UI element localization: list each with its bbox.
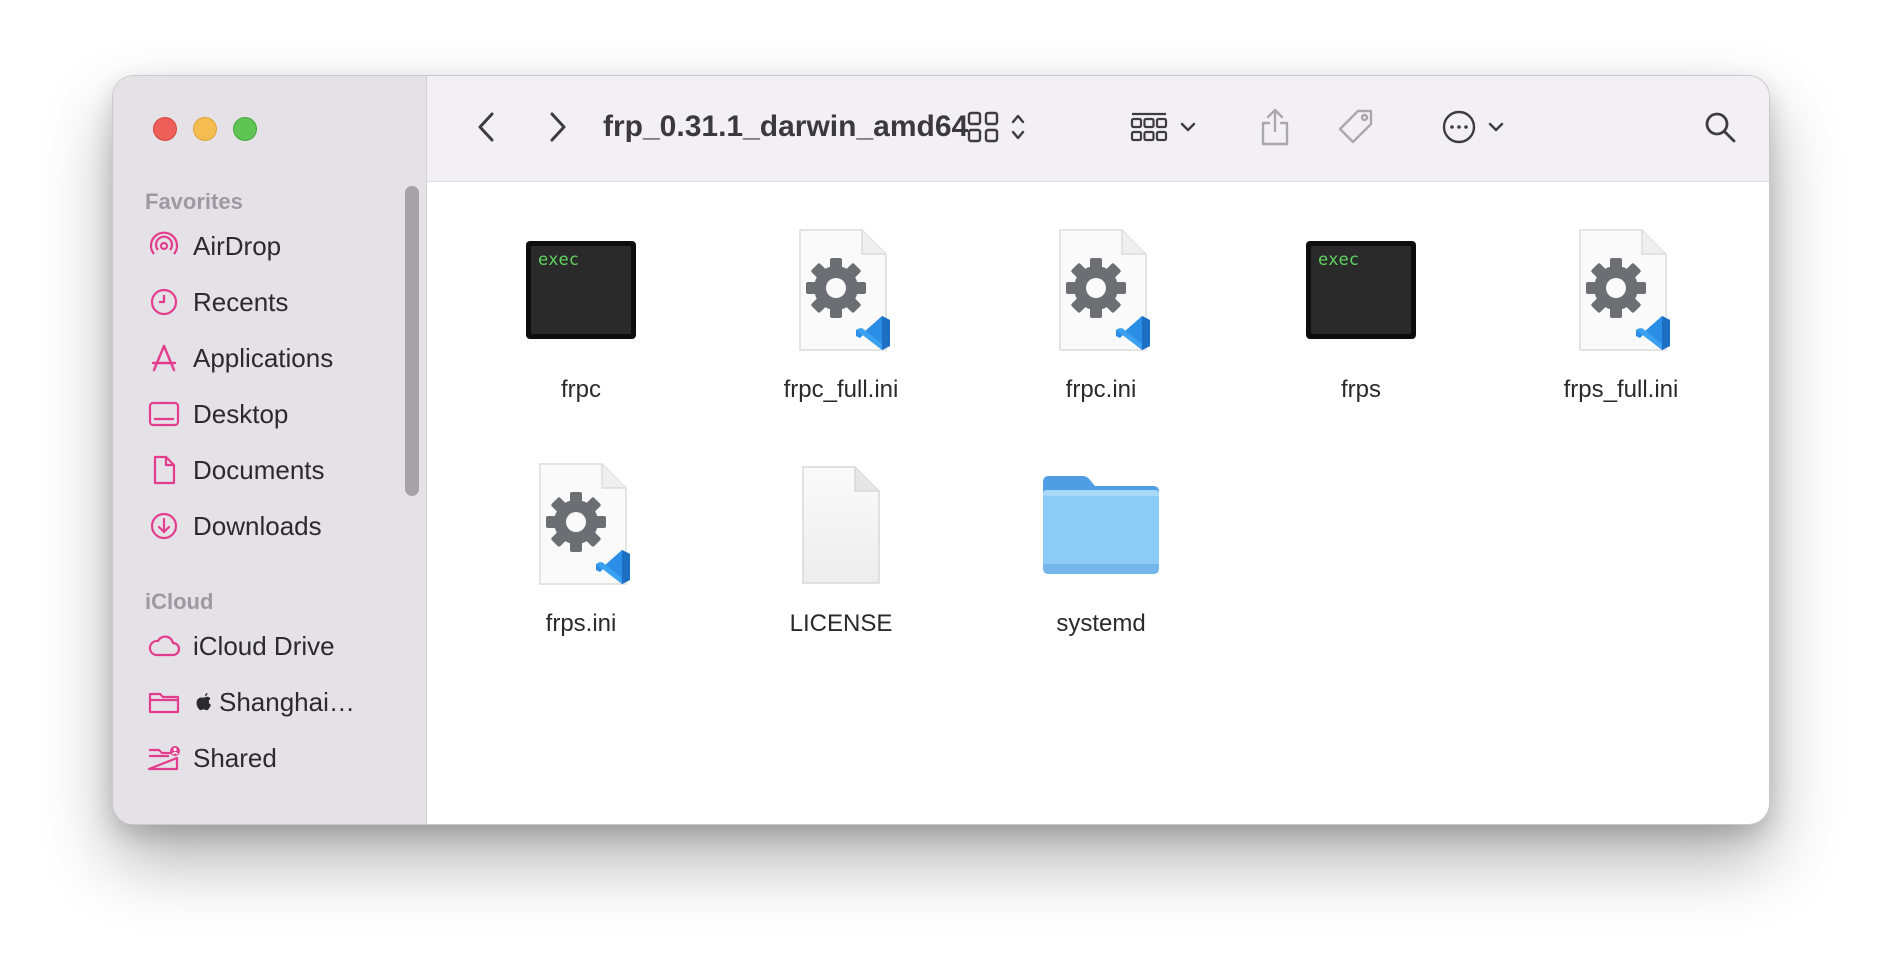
- sidebar-item-label: Applications: [193, 342, 334, 373]
- ellipsis-circle-icon: [1441, 109, 1477, 150]
- file-item[interactable]: frpc.ini: [1001, 226, 1201, 416]
- chevron-updown-icon: [1010, 112, 1026, 147]
- file-name: LICENSE: [789, 610, 893, 637]
- sidebar-item-icloud-drive[interactable]: iCloud Drive: [147, 626, 417, 666]
- sidebar: Favorites AirDrop Recents Applications D…: [113, 76, 427, 824]
- tag-button[interactable]: [1331, 104, 1381, 154]
- sidebar-item-label: Shanghai…: [219, 686, 355, 717]
- folder-icon: [1021, 460, 1181, 590]
- chevron-down-icon: [1487, 120, 1505, 138]
- more-actions-button[interactable]: [1431, 106, 1515, 152]
- file-name: frps: [1340, 376, 1381, 403]
- sidebar-item-applications[interactable]: Applications: [147, 338, 417, 378]
- view-mode-button[interactable]: [953, 106, 1039, 152]
- group-grid-icon: [1129, 110, 1169, 149]
- file-name: frpc.ini: [1065, 376, 1137, 403]
- sidebar-section-favorites: Favorites: [145, 189, 243, 214]
- share-button[interactable]: [1253, 104, 1297, 154]
- sidebar-item-recents[interactable]: Recents: [147, 282, 417, 322]
- sidebar-item-desktop[interactable]: Desktop: [147, 394, 417, 434]
- sidebar-scrollbar[interactable]: [405, 186, 419, 496]
- sidebar-item-documents[interactable]: Documents: [147, 450, 417, 490]
- cloud-icon: [147, 629, 181, 663]
- sidebar-section-icloud: iCloud: [145, 589, 214, 614]
- applications-icon: [147, 341, 181, 375]
- chevron-right-icon: [546, 110, 568, 149]
- file-item[interactable]: exec frps: [1261, 226, 1461, 416]
- share-icon: [1259, 107, 1291, 152]
- file-item[interactable]: frps.ini: [481, 460, 681, 650]
- minimize-button[interactable]: [193, 117, 217, 141]
- file-item[interactable]: frpc_full.ini: [741, 226, 941, 416]
- file-name: frps_full.ini: [1563, 376, 1679, 403]
- finder-window: Favorites AirDrop Recents Applications D…: [112, 75, 1770, 825]
- group-button[interactable]: [1121, 106, 1205, 152]
- folder-icon: [147, 685, 181, 719]
- back-button[interactable]: [467, 109, 507, 149]
- file-item[interactable]: LICENSE: [741, 460, 941, 650]
- file-name: frps.ini: [545, 610, 617, 637]
- vscode-config-file-icon: [1021, 226, 1181, 356]
- clock-icon: [147, 285, 181, 319]
- zoom-button[interactable]: [233, 117, 257, 141]
- search-button[interactable]: [1697, 106, 1743, 152]
- desktop-icon: [147, 397, 181, 431]
- shared-folder-icon: [147, 741, 181, 775]
- window-title: frp_0.31.1_darwin_amd64: [603, 110, 969, 143]
- sidebar-item-label: iCloud Drive: [193, 630, 335, 661]
- executable-icon: exec: [1281, 226, 1441, 356]
- chevron-left-icon: [476, 110, 498, 149]
- vscode-config-file-icon: [501, 460, 661, 590]
- sidebar-item-label: Recents: [193, 286, 289, 317]
- download-icon: [147, 509, 181, 543]
- document-icon: [147, 453, 181, 487]
- airdrop-icon: [147, 229, 181, 263]
- blank-document-icon: [761, 460, 921, 590]
- sidebar-item-label: Downloads: [193, 510, 322, 541]
- sidebar-item-label: Shared: [193, 742, 277, 773]
- file-name: frpc_full.ini: [783, 376, 899, 403]
- window-controls: [153, 117, 257, 141]
- sidebar-item-shanghai[interactable]: Shanghai…: [147, 682, 417, 722]
- exec-badge: exec: [1318, 250, 1359, 270]
- file-grid: exec frpc frpc_full.ini frpc.ini exec fr…: [427, 182, 1769, 824]
- sidebar-item-shared[interactable]: Shared: [147, 738, 417, 778]
- toolbar: frp_0.31.1_darwin_amd64: [427, 76, 1769, 182]
- sidebar-item-label: Documents: [193, 454, 325, 485]
- tag-icon: [1336, 107, 1376, 152]
- sidebar-item-label: Desktop: [193, 398, 289, 429]
- apple-logo-icon: [193, 685, 215, 719]
- close-button[interactable]: [153, 117, 177, 141]
- file-item[interactable]: systemd: [1001, 460, 1201, 650]
- vscode-config-file-icon: [1541, 226, 1701, 356]
- exec-badge: exec: [538, 250, 579, 270]
- sidebar-item-downloads[interactable]: Downloads: [147, 506, 417, 546]
- file-item[interactable]: frps_full.ini: [1521, 226, 1721, 416]
- file-item[interactable]: exec frpc: [481, 226, 681, 416]
- executable-icon: exec: [501, 226, 661, 356]
- icon-grid-icon: [966, 110, 1000, 149]
- file-name: frpc: [560, 376, 601, 403]
- chevron-down-icon: [1179, 120, 1197, 138]
- search-icon: [1703, 110, 1737, 149]
- sidebar-item-label: AirDrop: [193, 230, 282, 261]
- vscode-config-file-icon: [761, 226, 921, 356]
- sidebar-item-airdrop[interactable]: AirDrop: [147, 226, 417, 266]
- file-name: systemd: [1056, 610, 1146, 637]
- forward-button[interactable]: [537, 109, 577, 149]
